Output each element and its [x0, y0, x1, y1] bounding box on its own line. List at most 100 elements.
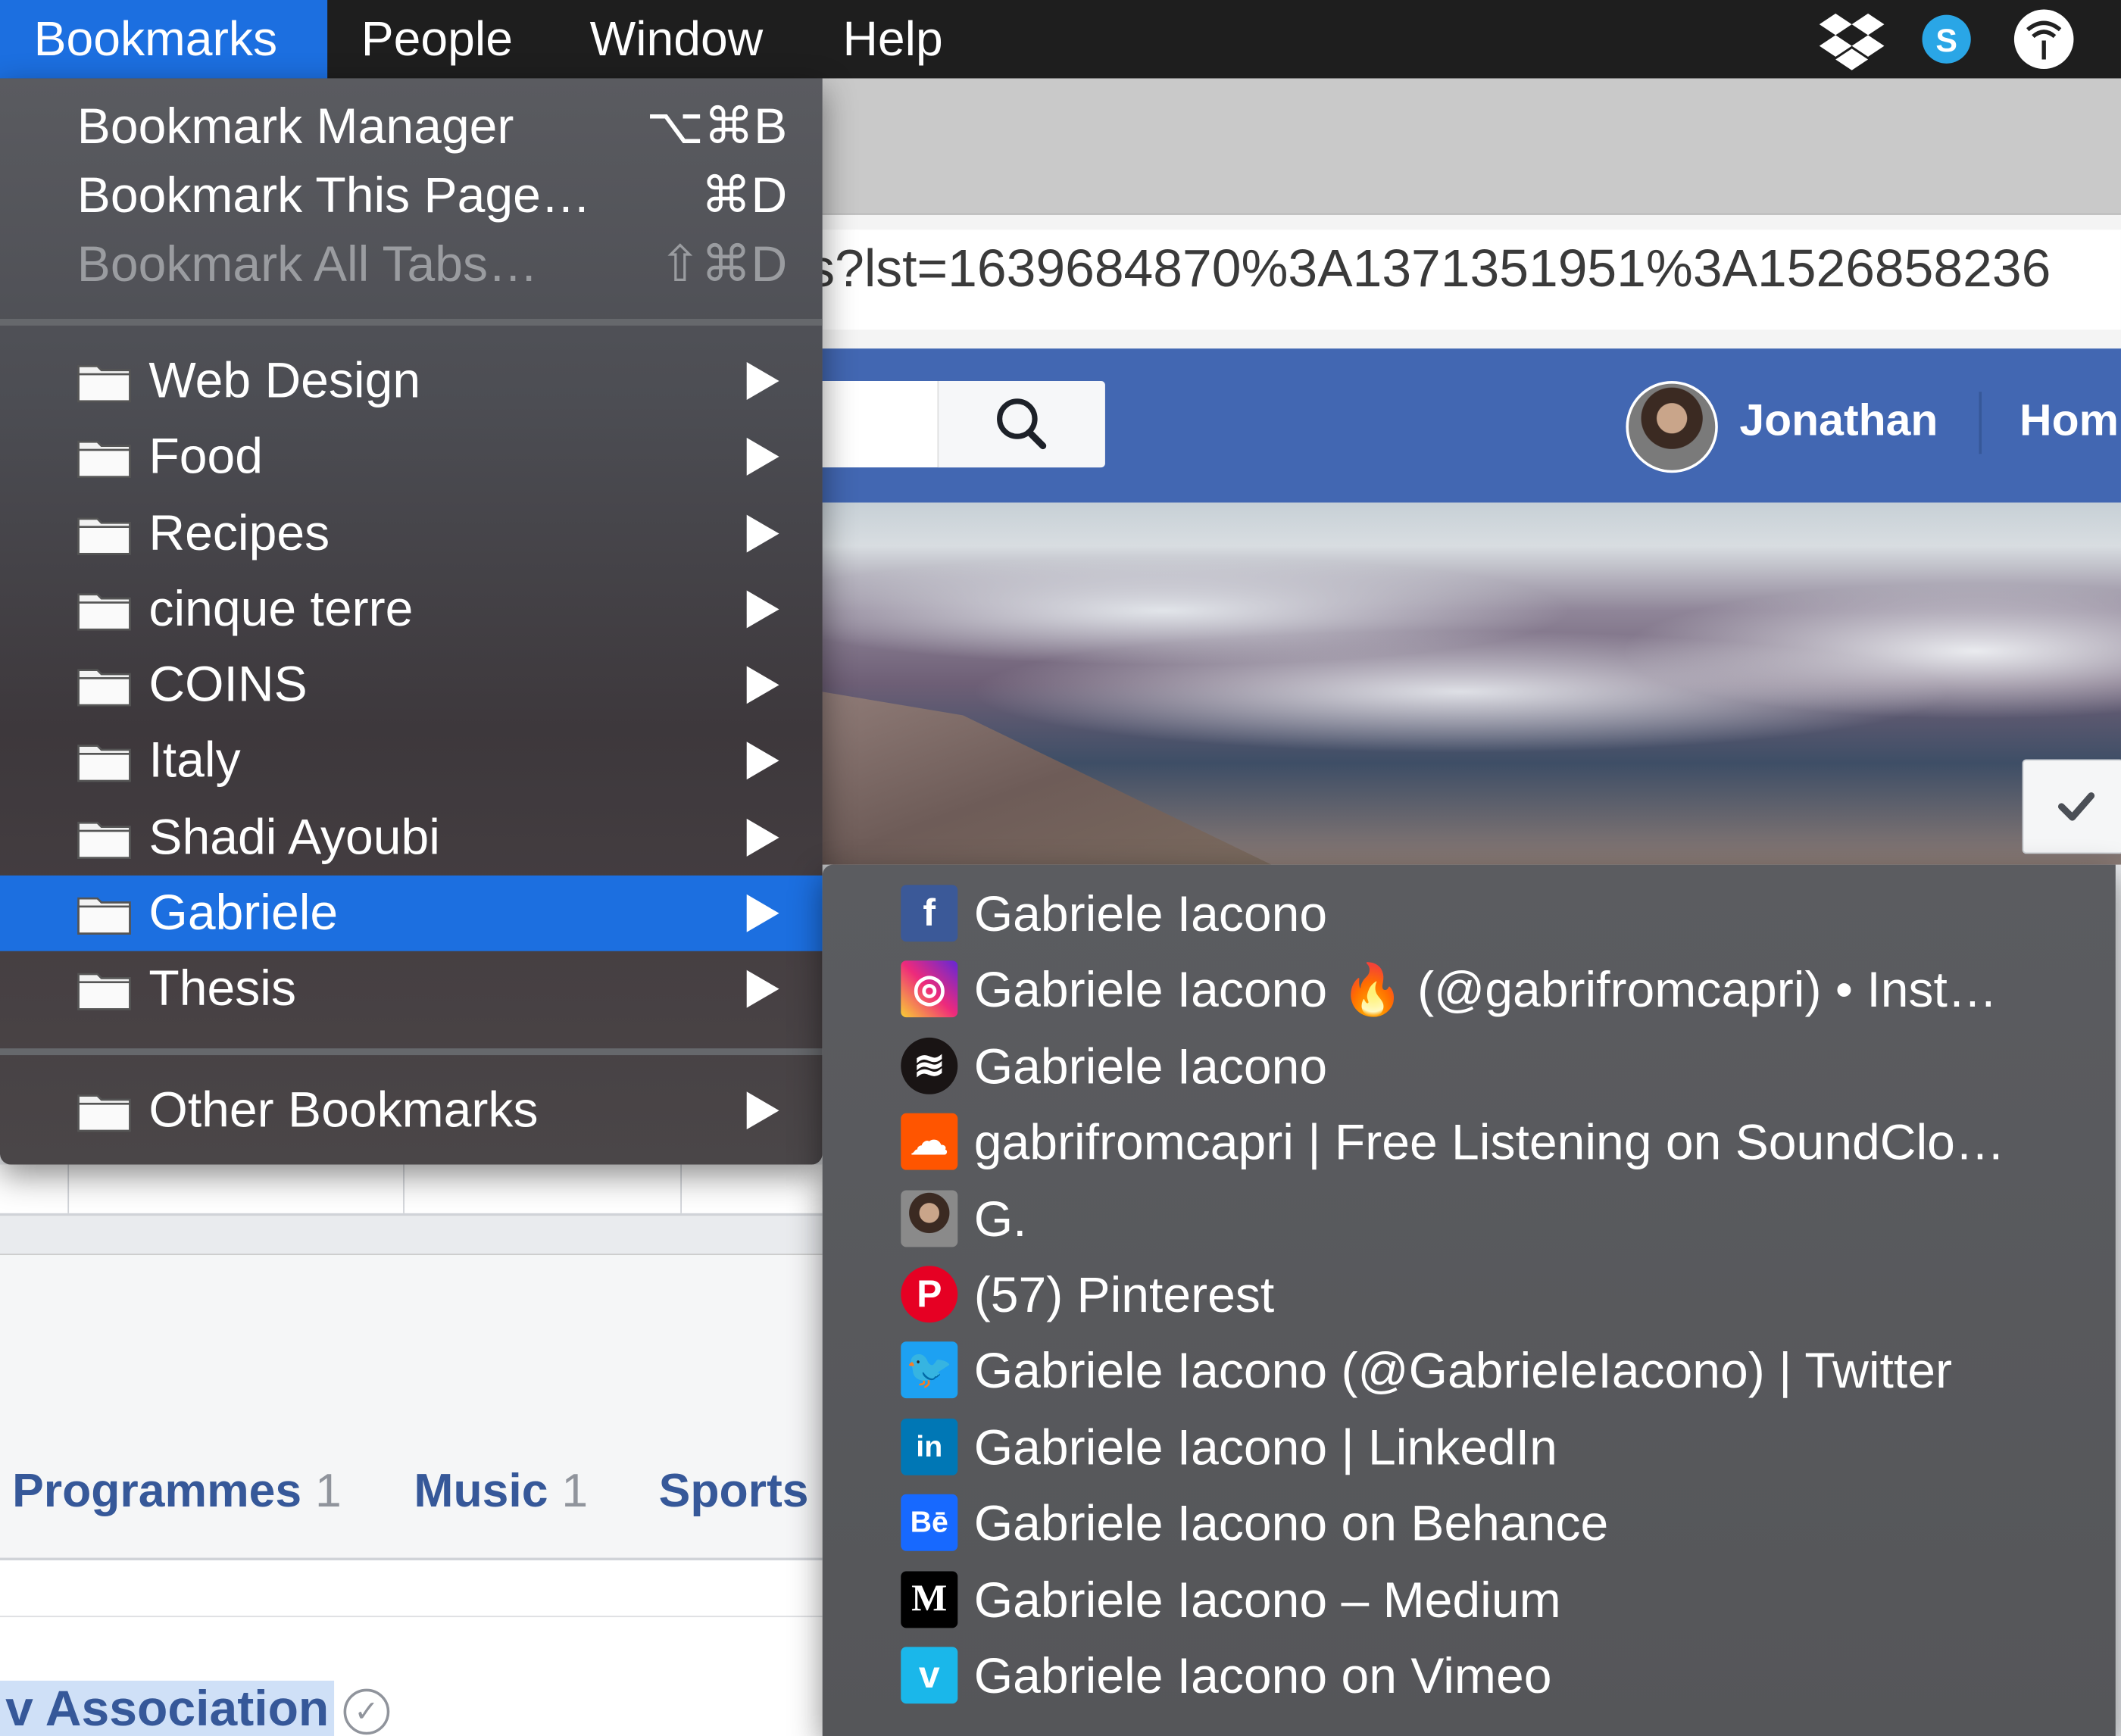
folder-icon — [77, 440, 131, 478]
table-divider — [403, 1164, 405, 1213]
medium-icon: M — [901, 1570, 958, 1628]
check-button[interactable] — [2022, 759, 2121, 854]
table-divider — [67, 1164, 70, 1213]
verified-check-icon: ✓ — [343, 1688, 390, 1735]
tab-count: 1 — [561, 1464, 589, 1518]
submenu-arrow-icon — [746, 362, 779, 400]
vimeo-icon: v — [901, 1647, 958, 1704]
submenu-arrow-icon — [746, 742, 779, 780]
page-name-link[interactable]: v Association — [0, 1680, 335, 1736]
bookmark-item[interactable]: P (57) Pinterest — [823, 1258, 2116, 1334]
behance-icon: Bē — [901, 1494, 958, 1552]
folder-other-bookmarks[interactable]: Other Bookmarks — [0, 1073, 823, 1148]
bookmark-item[interactable]: Bē Gabriele Iacono on Behance — [823, 1486, 2116, 1562]
address-bar-url[interactable]: es?lst=1639684870%3A1371351951%3A1526858… — [779, 240, 2051, 299]
avatar-photo-icon — [901, 1189, 958, 1247]
dropbox-icon[interactable] — [1818, 8, 1885, 70]
menu-bookmarks[interactable]: Bookmarks — [0, 0, 328, 79]
folder-cinque-terre[interactable]: cinque terre — [0, 572, 823, 648]
folder-shadi-ayoubi[interactable]: Shadi Ayoubi — [0, 800, 823, 876]
folder-icon — [77, 517, 131, 555]
tab-count: 1 — [315, 1464, 342, 1518]
bookmark-item[interactable]: G. — [823, 1182, 2116, 1257]
header-divider — [1979, 392, 1982, 454]
instagram-icon: ◎ — [901, 960, 958, 1018]
menu-item-label: Bookmark This Page… — [77, 167, 591, 223]
skype-icon[interactable]: S — [1918, 8, 1980, 70]
home-link[interactable]: Hom — [2019, 395, 2119, 446]
bookmark-item[interactable]: ◎ Gabriele Iacono 🔥 (@gabrifromcapri) • I… — [823, 953, 2116, 1029]
page-table-strip — [0, 1164, 823, 1216]
bookmark-label: Gabriele Iacono – Medium — [973, 1572, 1561, 1628]
bookmark-item[interactable]: 🐦 Gabriele Iacono (@GabrieleIacono) | Twi… — [823, 1334, 2116, 1410]
folder-icon — [77, 365, 131, 403]
bookmark-label: Gabriele Iacono 🔥 (@gabrifromcapri) • In… — [973, 962, 1998, 1018]
bookmark-label: Gabriele Iacono — [973, 1038, 1328, 1094]
spotify-icon: ≋ — [901, 1037, 958, 1094]
bookmark-label: Gabriele Iacono — [973, 886, 1328, 942]
menu-bar: Bookmarks People Window Help S — [0, 0, 2121, 79]
folder-coins[interactable]: COINS — [0, 647, 823, 723]
bookmark-all-tabs-item: Bookmark All Tabs… ⇧⌘D — [0, 227, 823, 303]
search-button[interactable] — [937, 381, 1105, 468]
bookmark-item[interactable]: M Gabriele Iacono – Medium — [823, 1563, 2116, 1638]
bookmark-label: Gabriele Iacono on Vimeo — [973, 1648, 1552, 1704]
bookmark-label: (57) Pinterest — [973, 1267, 1275, 1323]
bookmark-label: G. — [973, 1191, 1027, 1247]
folder-icon — [77, 821, 131, 859]
submenu-arrow-icon — [746, 514, 779, 553]
folder-recipes[interactable]: Recipes — [0, 496, 823, 572]
bookmarks-menu: Bookmark Manager ⌥⌘B Bookmark This Page…… — [0, 78, 823, 1165]
avatar[interactable] — [1626, 381, 1718, 473]
folder-label: cinque terre — [148, 580, 414, 637]
bookmark-label: Gabriele Iacono | LinkedIn — [973, 1419, 1557, 1475]
checkmark-icon — [2057, 792, 2095, 821]
folder-icon — [77, 669, 131, 707]
menu-help[interactable]: Help — [809, 0, 977, 78]
menu-item-label: Bookmark Manager — [77, 98, 514, 155]
menu-item-label: Bookmark All Tabs… — [77, 236, 539, 292]
profile-name-link[interactable]: Jonathan — [1739, 395, 1938, 446]
bookmark-item[interactable]: v Gabriele Iacono on Vimeo — [823, 1639, 2116, 1715]
table-divider — [680, 1164, 682, 1213]
bookmark-manager-item[interactable]: Bookmark Manager ⌥⌘B — [0, 89, 823, 165]
bookmark-label: Gabriele Iacono (@GabrieleIacono) | Twit… — [973, 1343, 1952, 1399]
menu-item-shortcut: ⌘D — [701, 167, 788, 223]
folder-icon — [77, 1094, 131, 1132]
wifi-signal-icon[interactable] — [2010, 8, 2074, 70]
folder-label: Food — [148, 428, 264, 484]
menu-people[interactable]: People — [327, 0, 546, 78]
folder-label: Italy — [148, 732, 241, 788]
folder-web-design[interactable]: Web Design — [0, 343, 823, 419]
linkedin-icon: in — [901, 1418, 958, 1475]
page-gap — [0, 1216, 823, 1256]
submenu-arrow-icon — [746, 969, 779, 1008]
bookmark-label: gabrifromcapri | Free Listening on Sound… — [973, 1114, 2006, 1171]
bookmark-item[interactable]: in Gabriele Iacono | LinkedIn — [823, 1410, 2116, 1486]
bookmark-item[interactable]: ☁ gabrifromcapri | Free Listening on Soun… — [823, 1105, 2116, 1181]
search-icon — [997, 398, 1047, 450]
bookmark-item[interactable]: ≋ Gabriele Iacono — [823, 1029, 2116, 1105]
folder-thesis[interactable]: Thesis — [0, 951, 823, 1027]
tab-music[interactable]: Music 1 — [414, 1465, 588, 1519]
menu-window[interactable]: Window — [556, 0, 797, 78]
folder-italy[interactable]: Italy — [0, 723, 823, 798]
menu-item-shortcut: ⇧⌘D — [659, 236, 788, 292]
bookmark-item[interactable]: f Gabriele Iacono — [823, 877, 2116, 953]
submenu-arrow-icon — [746, 666, 779, 704]
tab-label: Sports — [658, 1464, 809, 1518]
pinterest-icon: P — [901, 1266, 958, 1323]
svg-text:S: S — [1935, 23, 1957, 59]
bookmark-this-page-item[interactable]: Bookmark This Page… ⌘D — [0, 158, 823, 234]
gabriele-submenu: f Gabriele Iacono ◎ Gabriele Iacono 🔥 (@gab… — [822, 864, 2116, 1736]
folder-label: Gabriele — [148, 885, 339, 941]
folder-label: Web Design — [148, 352, 421, 408]
tab-sports[interactable]: Sports — [659, 1465, 809, 1519]
folder-food[interactable]: Food — [0, 419, 823, 495]
folder-label: Thesis — [148, 960, 297, 1016]
folder-label: Other Bookmarks — [148, 1082, 539, 1138]
tab-programmes[interactable]: Programmes 1 — [12, 1465, 342, 1519]
folder-label: Shadi Ayoubi — [148, 809, 440, 865]
folder-gabriele[interactable]: Gabriele — [0, 875, 823, 951]
menu-separator — [0, 318, 823, 326]
